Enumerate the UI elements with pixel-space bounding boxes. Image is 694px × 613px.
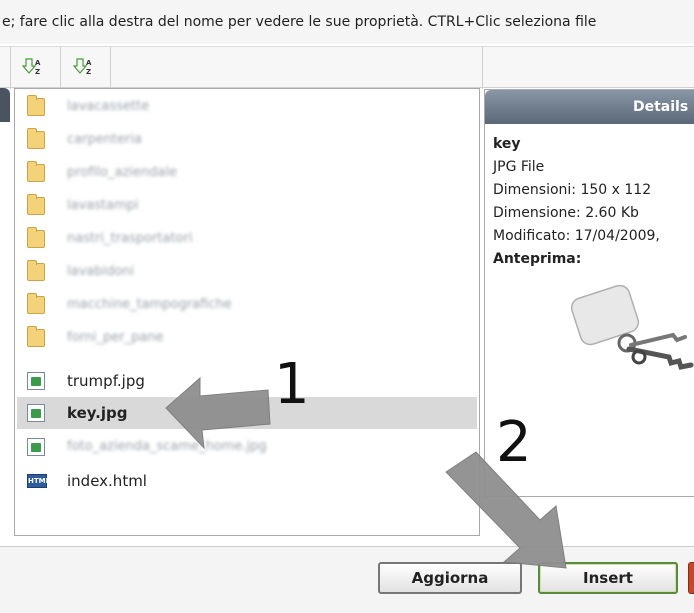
- toolbar-divider: [10, 47, 11, 89]
- folder-icon: [27, 194, 45, 215]
- toolbar-divider: [482, 47, 483, 89]
- refresh-button[interactable]: Aggiorna: [378, 562, 522, 594]
- svg-text:Z: Z: [86, 68, 91, 76]
- file-row-selected[interactable]: key.jpg: [17, 397, 477, 429]
- file-row[interactable]: foto_azienda_scame_home.jpg: [17, 431, 477, 463]
- file-tree[interactable]: lavacassette carpenteria profilo_azienda…: [14, 88, 480, 536]
- cancel-button[interactable]: [688, 562, 694, 594]
- file-row[interactable]: nastri_trasportatori: [17, 223, 477, 255]
- file-row[interactable]: lavacassette: [17, 91, 477, 123]
- image-file-icon: [27, 438, 45, 456]
- folder-icon: [27, 161, 45, 182]
- file-row[interactable]: profilo_aziendale: [17, 157, 477, 189]
- folder-icon: [27, 227, 45, 248]
- tree-header-edge: [0, 88, 10, 122]
- step-2-number: 2: [496, 410, 532, 475]
- toolbar-divider: [110, 47, 111, 89]
- details-dimensions: Dimensioni: 150 x 112: [493, 182, 652, 198]
- file-row[interactable]: lavastampi: [17, 190, 477, 222]
- file-row[interactable]: forni_per_pane: [17, 322, 477, 354]
- svg-text:A: A: [35, 59, 41, 67]
- details-header: Details: [485, 90, 694, 124]
- details-modified: Modificato: 17/04/2009,: [493, 228, 660, 244]
- image-file-icon: [27, 404, 45, 422]
- folder-icon: [27, 128, 45, 149]
- folder-icon: [27, 260, 45, 281]
- svg-text:Z: Z: [35, 68, 40, 76]
- details-file-name: key: [493, 136, 521, 152]
- toolbar-divider: [60, 47, 61, 89]
- file-name: forni_per_pane: [67, 330, 164, 345]
- file-row[interactable]: macchine_tampografiche: [17, 289, 477, 321]
- details-preview-label: Anteprima:: [493, 251, 582, 267]
- details-file-type: JPG File: [493, 159, 545, 175]
- folder-icon: [27, 293, 45, 314]
- file-name: nastri_trasportatori: [67, 231, 193, 246]
- file-name: macchine_tampografiche: [67, 297, 232, 312]
- instructions-text: e; fare clic alla destra del nome per ve…: [0, 0, 694, 44]
- svg-text:A: A: [86, 59, 92, 67]
- file-row[interactable]: HTML index.html: [17, 465, 477, 497]
- html-file-icon: HTML: [27, 474, 50, 488]
- file-row[interactable]: lavabidoni: [17, 256, 477, 288]
- file-name: lavastampi: [67, 198, 139, 213]
- file-name: key.jpg: [67, 404, 128, 422]
- details-size: Dimensione: 2.60 Kb: [493, 205, 639, 221]
- file-name: lavabidoni: [67, 264, 135, 279]
- file-name: profilo_aziendale: [67, 165, 177, 180]
- file-name: index.html: [67, 472, 147, 490]
- file-row[interactable]: trumpf.jpg: [17, 365, 477, 397]
- toolbar: A Z A Z: [0, 46, 694, 89]
- insert-button[interactable]: Insert: [538, 562, 678, 594]
- folder-icon: [27, 326, 45, 347]
- sort-az-icon[interactable]: A Z: [21, 56, 44, 78]
- image-file-icon: [27, 372, 45, 390]
- file-name: lavacassette: [67, 99, 150, 114]
- button-bar: Aggiorna Insert: [0, 546, 694, 613]
- file-name: carpenteria: [67, 132, 142, 147]
- file-name: trumpf.jpg: [67, 372, 145, 390]
- sort-za-icon[interactable]: A Z: [72, 56, 95, 78]
- file-row[interactable]: carpenteria: [17, 124, 477, 156]
- step-1-number: 1: [274, 352, 310, 417]
- folder-icon: [27, 95, 45, 116]
- file-name: foto_azienda_scame_home.jpg: [67, 439, 267, 454]
- preview-image: [570, 284, 694, 395]
